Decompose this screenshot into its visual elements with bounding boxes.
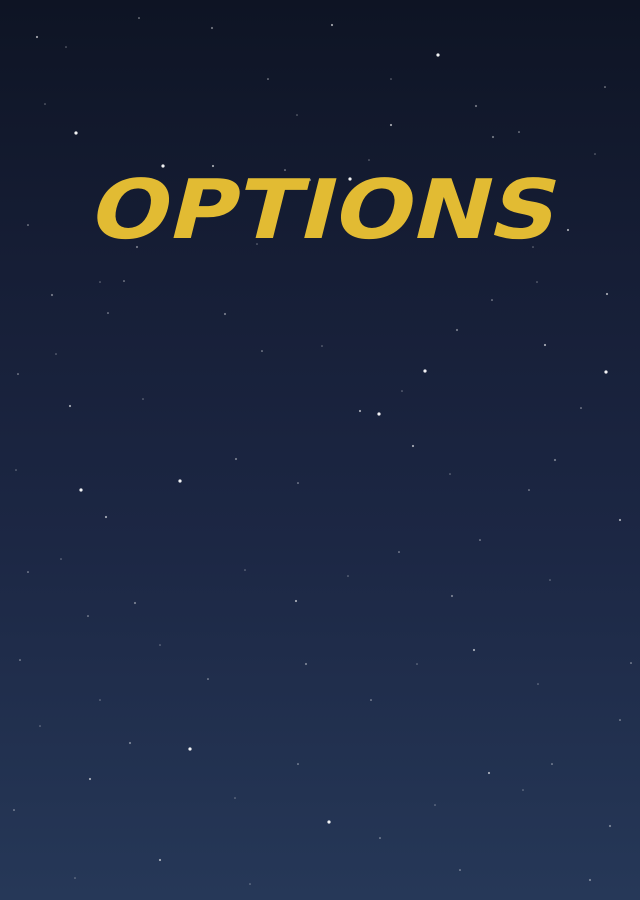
star (379, 837, 381, 839)
star (210, 26, 214, 30)
star (50, 293, 54, 297)
star (491, 135, 495, 139)
star (549, 579, 551, 581)
star (244, 569, 246, 571)
star (551, 763, 553, 765)
star (79, 488, 83, 492)
star (398, 551, 400, 553)
star (368, 159, 370, 161)
star (479, 539, 481, 541)
star (423, 369, 427, 373)
star (347, 575, 349, 577)
star (249, 883, 251, 885)
star (188, 747, 192, 751)
star (455, 328, 459, 332)
star (588, 878, 592, 882)
star (358, 409, 362, 413)
star (487, 771, 491, 775)
star (123, 280, 125, 282)
star (472, 648, 476, 652)
star (17, 373, 19, 375)
star (604, 370, 608, 374)
star (234, 457, 238, 461)
star (223, 312, 227, 316)
star (87, 615, 89, 617)
star (55, 353, 57, 355)
star (604, 86, 606, 88)
star (60, 558, 62, 560)
star (543, 343, 547, 347)
star (142, 398, 144, 400)
star (74, 131, 78, 135)
star (267, 78, 269, 80)
star (68, 404, 72, 408)
star (580, 407, 582, 409)
star (297, 763, 299, 765)
star (474, 104, 478, 108)
star (234, 797, 236, 799)
star (99, 699, 101, 701)
star (389, 123, 393, 127)
star (133, 601, 137, 605)
star (566, 228, 570, 232)
options-screen: OPTIONS (0, 0, 640, 900)
star (491, 299, 493, 301)
star (327, 820, 331, 824)
star (138, 17, 140, 19)
star (159, 644, 161, 646)
star (436, 53, 440, 57)
star (207, 678, 209, 680)
star (536, 281, 538, 283)
star (296, 114, 298, 116)
starfield-background (13, 17, 632, 885)
star (537, 683, 539, 685)
star (74, 877, 76, 879)
star (411, 444, 415, 448)
options-title-text: OPTIONS (82, 168, 560, 252)
star (39, 725, 41, 727)
star (416, 663, 418, 665)
star (619, 719, 621, 721)
star (27, 571, 29, 573)
star (605, 292, 609, 296)
star (44, 103, 46, 105)
star (330, 23, 334, 27)
options-title: OPTIONS (82, 168, 560, 252)
star (211, 164, 215, 168)
star (304, 662, 308, 666)
star (630, 662, 632, 664)
star (13, 809, 15, 811)
star (297, 482, 299, 484)
star (522, 789, 524, 791)
star (377, 412, 381, 416)
star (321, 345, 323, 347)
star (370, 699, 372, 701)
star (88, 777, 92, 781)
star (294, 599, 298, 603)
star (19, 659, 21, 661)
star (528, 489, 530, 491)
star (434, 804, 436, 806)
star (35, 35, 39, 39)
star (449, 473, 451, 475)
star (450, 594, 454, 598)
star (594, 153, 596, 155)
star (15, 469, 17, 471)
star (104, 515, 108, 519)
star (128, 741, 132, 745)
star (608, 824, 612, 828)
star (390, 78, 392, 80)
star (401, 390, 403, 392)
star (518, 131, 520, 133)
star (99, 281, 101, 283)
star (65, 46, 67, 48)
star (158, 858, 162, 862)
star (27, 224, 29, 226)
star (459, 869, 461, 871)
star (618, 518, 622, 522)
star (178, 479, 182, 483)
star (553, 458, 557, 462)
star (261, 350, 263, 352)
star (107, 312, 109, 314)
